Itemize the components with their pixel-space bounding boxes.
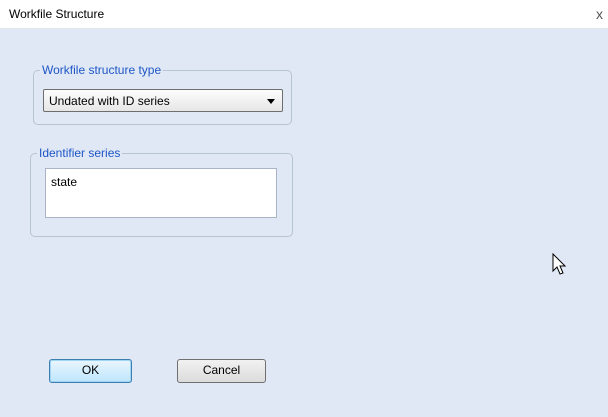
list-item[interactable]: state bbox=[51, 175, 77, 189]
dialog-body: Workfile structure type Undated with ID … bbox=[0, 29, 608, 417]
ok-button[interactable]: OK bbox=[49, 359, 132, 383]
chevron-down-icon bbox=[267, 99, 275, 104]
identifier-series-group: Identifier series state bbox=[30, 146, 293, 237]
identifier-series-legend: Identifier series bbox=[37, 146, 123, 160]
title-bar: Workfile Structure x bbox=[0, 0, 608, 29]
structure-type-legend: Workfile structure type bbox=[40, 63, 164, 77]
cancel-button[interactable]: Cancel bbox=[177, 359, 266, 383]
structure-type-group: Workfile structure type Undated with ID … bbox=[33, 63, 292, 125]
window-title: Workfile Structure bbox=[9, 7, 105, 21]
structure-type-value: Undated with ID series bbox=[49, 94, 170, 108]
mouse-pointer-icon bbox=[552, 253, 567, 275]
structure-type-select[interactable]: Undated with ID series bbox=[43, 89, 283, 112]
identifier-series-list[interactable]: state bbox=[45, 168, 277, 218]
close-icon[interactable]: x bbox=[596, 4, 608, 24]
